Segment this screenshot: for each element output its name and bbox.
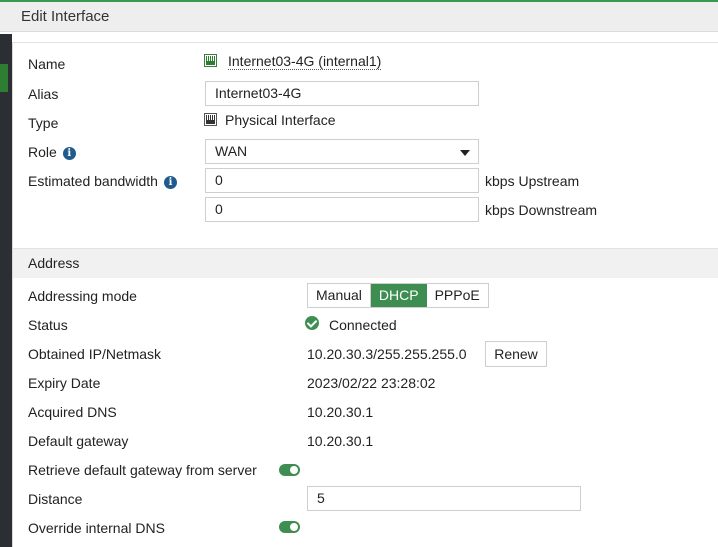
upstream-bandwidth-input[interactable]: 0	[205, 168, 479, 193]
dialog-titlebar: Edit Interface	[0, 2, 718, 32]
check-circle-icon	[305, 316, 319, 330]
role-label-text: Role	[28, 144, 57, 160]
role-select-value: WAN	[215, 143, 248, 159]
obtained-ip-value: 10.20.30.3/255.255.255.0	[307, 346, 467, 362]
addressing-mode-label: Addressing mode	[28, 288, 137, 304]
info-icon[interactable]: i	[62, 147, 76, 160]
renew-button[interactable]: Renew	[485, 341, 547, 367]
chevron-down-icon	[460, 150, 470, 156]
distance-input[interactable]: 5	[307, 486, 581, 511]
type-label: Type	[28, 115, 59, 131]
address-section-title: Address	[28, 255, 80, 271]
override-dns-toggle[interactable]	[279, 521, 300, 533]
acquired-dns-value: 10.20.30.1	[307, 404, 374, 420]
info-icon[interactable]: i	[163, 176, 177, 189]
override-dns-label: Override internal DNS	[28, 520, 165, 536]
expiry-date-label: Expiry Date	[28, 375, 101, 391]
role-label: Role i	[28, 144, 76, 160]
default-gateway-label: Default gateway	[28, 433, 129, 449]
downstream-bandwidth-input[interactable]: 0	[205, 197, 479, 222]
network-port-icon	[204, 54, 217, 67]
bandwidth-label: Estimated bandwidth i	[28, 173, 177, 189]
mode-manual-button[interactable]: Manual	[308, 284, 370, 307]
status-label: Status	[28, 317, 68, 333]
mode-dhcp-button[interactable]: DHCP	[369, 284, 427, 307]
status-value: Connected	[329, 317, 397, 333]
retrieve-gateway-label: Retrieve default gateway from server	[28, 462, 257, 478]
name-label: Name	[28, 56, 66, 72]
alias-label: Alias	[28, 86, 59, 102]
acquired-dns-label: Acquired DNS	[28, 404, 117, 420]
default-gateway-value: 10.20.30.1	[307, 433, 374, 449]
dialog-title: Edit Interface	[21, 8, 110, 25]
physical-interface-icon	[204, 113, 217, 126]
role-select[interactable]: WAN	[205, 139, 479, 164]
addressing-mode-toggle: Manual DHCP PPPoE	[307, 283, 489, 308]
distance-label: Distance	[28, 491, 83, 507]
downstream-unit-label: kbps Downstream	[485, 202, 598, 218]
interface-name-value: Internet03-4G (internal1)	[228, 53, 382, 70]
mode-pppoe-button[interactable]: PPPoE	[426, 284, 488, 307]
alias-input[interactable]: Internet03-4G	[205, 81, 479, 106]
type-value: Physical Interface	[225, 112, 336, 128]
bandwidth-label-text: Estimated bandwidth	[28, 173, 158, 189]
retrieve-gateway-toggle[interactable]	[279, 464, 300, 476]
address-section-header: Address	[13, 248, 718, 278]
background-sidebar	[0, 34, 12, 547]
background-sidebar-highlight	[0, 64, 8, 92]
obtained-ip-label: Obtained IP/Netmask	[28, 346, 162, 362]
expiry-date-value: 2023/02/22 23:28:02	[307, 375, 436, 391]
upstream-unit-label: kbps Upstream	[485, 173, 580, 189]
